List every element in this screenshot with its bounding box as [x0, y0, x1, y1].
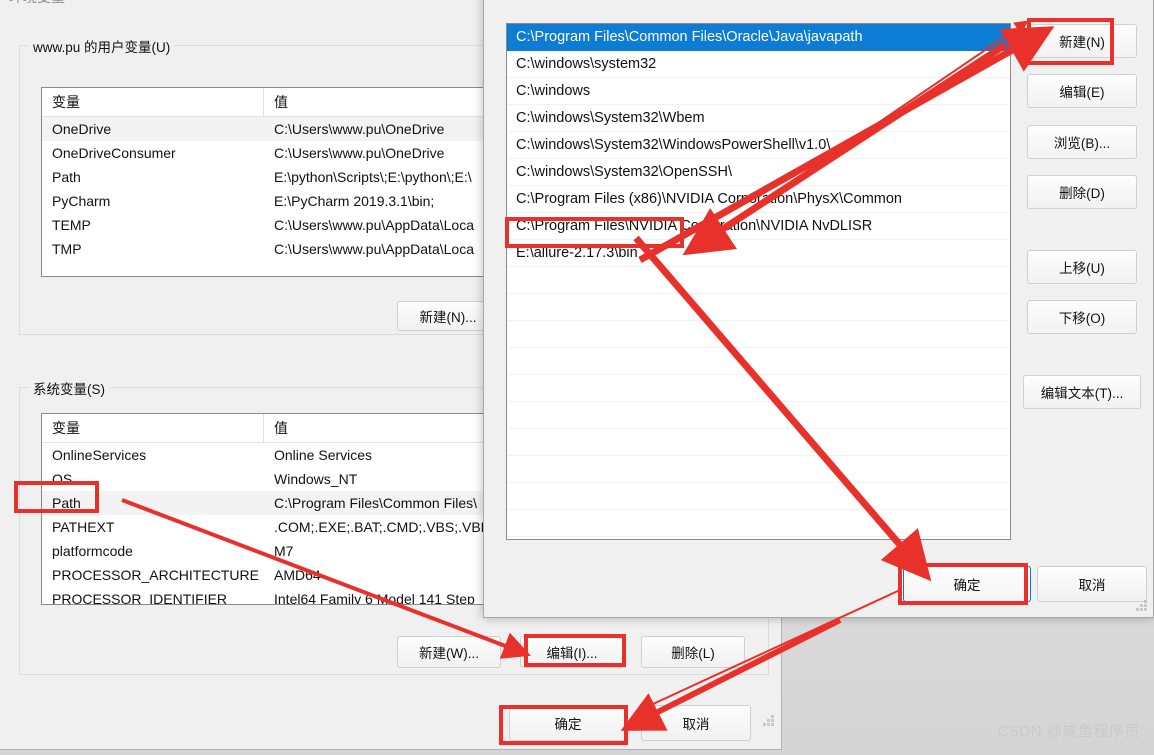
list-item-empty[interactable]	[507, 294, 1010, 321]
cell-name: Path	[52, 169, 81, 185]
system-new-button[interactable]: 新建(W)...	[397, 636, 501, 668]
cell-name: PROCESSOR_ARCHITECTURE	[52, 567, 259, 583]
cell-name: OneDriveConsumer	[52, 145, 176, 161]
list-item[interactable]: C:\windows\System32\Wbem	[507, 105, 1010, 132]
cell-name: Path	[52, 495, 81, 511]
window-title: 环境变量	[9, 0, 65, 7]
list-item-empty[interactable]	[507, 375, 1010, 402]
dialog-edit-text-button[interactable]: 编辑文本(T)...	[1023, 375, 1141, 409]
cell-name: platformcode	[52, 543, 133, 559]
list-item[interactable]: C:\Program Files\NVIDIA Corporation\NVID…	[507, 213, 1010, 240]
list-item[interactable]: C:\windows\System32\WindowsPowerShell\v1…	[507, 132, 1010, 159]
dialog-move-up-button[interactable]: 上移(U)	[1027, 250, 1137, 284]
cell-name: OneDrive	[52, 121, 112, 137]
cell-name: PROCESSOR_IDENTIFIER	[52, 591, 228, 605]
cell-name: PATHEXT	[52, 519, 115, 535]
cell-name: OS	[52, 471, 73, 487]
list-item-empty[interactable]	[507, 483, 1010, 510]
list-item-empty[interactable]	[507, 456, 1010, 483]
dialog-cancel-button[interactable]: 取消	[1037, 566, 1147, 602]
path-entries-list[interactable]: C:\Program Files\Common Files\Oracle\Jav…	[506, 23, 1011, 540]
dialog-browse-button[interactable]: 浏览(B)...	[1027, 125, 1137, 159]
list-item[interactable]: C:\windows\System32\OpenSSH\	[507, 159, 1010, 186]
list-item-empty[interactable]	[507, 402, 1010, 429]
list-item-empty[interactable]	[507, 348, 1010, 375]
column-header-name: 变量	[42, 88, 264, 116]
env-cancel-button[interactable]: 取消	[641, 705, 751, 741]
list-item-empty[interactable]	[507, 321, 1010, 348]
system-variables-legend: 系统变量(S)	[29, 378, 109, 398]
list-item-empty[interactable]	[507, 510, 1010, 537]
dialog-ok-button[interactable]: 确定	[903, 566, 1031, 602]
resize-grip[interactable]	[763, 715, 775, 727]
list-item[interactable]: C:\Program Files (x86)\NVIDIA Corporatio…	[507, 186, 1010, 213]
system-edit-button[interactable]: 编辑(I)...	[520, 636, 624, 668]
list-item-empty[interactable]	[507, 267, 1010, 294]
list-item[interactable]: C:\windows	[507, 78, 1010, 105]
cell-name: TEMP	[52, 217, 91, 233]
system-delete-button[interactable]: 删除(L)	[641, 636, 745, 668]
list-item-allure[interactable]: E:\allure-2.17.3\bin	[507, 240, 1010, 267]
cell-name: PyCharm	[52, 193, 111, 209]
dialog-new-button[interactable]: 新建(N)	[1027, 24, 1137, 58]
env-ok-button[interactable]: 确定	[509, 705, 627, 741]
cell-name: OnlineServices	[52, 447, 147, 463]
dialog-resize-grip[interactable]	[1136, 600, 1148, 612]
dialog-delete-button[interactable]: 删除(D)	[1027, 175, 1137, 209]
user-variables-legend: www.pu 的用户变量(U)	[29, 36, 175, 56]
column-header-name: 变量	[42, 414, 264, 442]
list-item[interactable]: C:\Program Files\Common Files\Oracle\Jav…	[507, 24, 1010, 51]
cell-name: TMP	[52, 241, 82, 257]
edit-environment-variable-dialog: C:\Program Files\Common Files\Oracle\Jav…	[483, 0, 1154, 618]
dialog-edit-button[interactable]: 编辑(E)	[1027, 74, 1137, 108]
dialog-move-down-button[interactable]: 下移(O)	[1027, 300, 1137, 334]
watermark: CSDN @咸鱼程序员	[997, 723, 1140, 740]
list-item-empty[interactable]	[507, 429, 1010, 456]
list-item[interactable]: C:\windows\system32	[507, 51, 1010, 78]
